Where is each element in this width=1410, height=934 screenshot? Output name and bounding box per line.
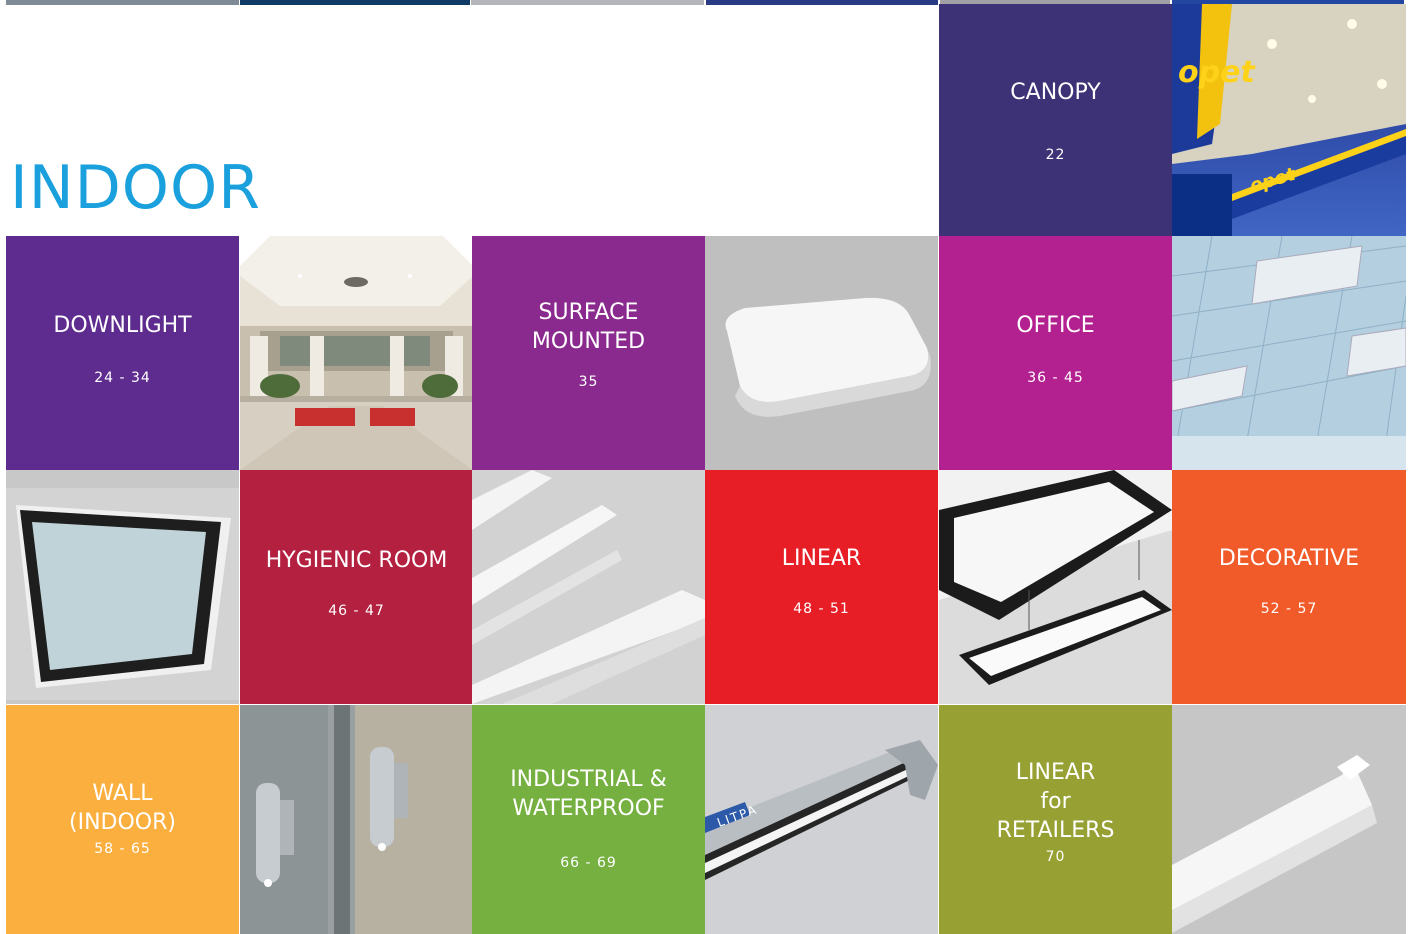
category-linear[interactable]: LINEAR 48 - 51 [705, 470, 938, 704]
category-name: LINEAR for RETAILERS [991, 758, 1121, 845]
top-stripe [6, 0, 239, 5]
category-canopy[interactable]: CANOPY 22 [939, 4, 1172, 236]
category-name-line: MOUNTED [531, 329, 646, 354]
wall-luminaire-photo [240, 705, 473, 934]
canopy-photo: opet opet [1172, 4, 1406, 236]
page-range: 58 - 65 [94, 840, 151, 857]
page-range: 48 - 51 [793, 600, 850, 617]
suspended-panel-photo [939, 470, 1172, 704]
category-decorative[interactable]: DECORATIVE 52 - 57 [1172, 470, 1406, 704]
category-surface-mounted[interactable]: SURFACE MOUNTED 35 [472, 236, 705, 470]
category-name: DOWNLIGHT [53, 312, 192, 338]
category-name: INDUSTRIAL & WATERPROOF [504, 765, 673, 823]
linear-recessed-photo [472, 470, 705, 704]
category-name: SURFACE MOUNTED [526, 298, 651, 356]
retail-luminaire-photo [1172, 705, 1406, 934]
category-wall-indoor[interactable]: WALL (INDOOR) 58 - 65 [6, 705, 239, 934]
square-luminaire-photo [705, 236, 938, 470]
page-range: 70 [1045, 849, 1066, 865]
category-name: HYGIENIC ROOM [265, 547, 448, 573]
station-brand-text: opet [1178, 55, 1256, 90]
mall-interior-photo [240, 236, 473, 470]
category-name-line: LINEAR [1015, 760, 1096, 785]
top-stripe [471, 0, 704, 5]
recessed-panel-photo [6, 470, 239, 704]
category-name-line: WALL [92, 780, 153, 806]
category-downlight[interactable]: DOWNLIGHT 24 - 34 [6, 236, 239, 470]
page-range: 66 - 69 [560, 854, 617, 871]
category-name-line: INDUSTRIAL & [510, 766, 667, 792]
industrial-luminaire-photo: LITPA [705, 705, 938, 934]
category-name: CANOPY [1010, 79, 1101, 105]
page-range: 35 [578, 374, 599, 390]
category-name-line: (INDOOR) [69, 809, 176, 835]
page-range: 36 - 45 [1027, 369, 1084, 386]
category-industrial-waterproof[interactable]: INDUSTRIAL & WATERPROOF 66 - 69 [472, 705, 705, 934]
category-name: LINEAR [781, 545, 862, 571]
office-ceiling-photo [1172, 236, 1406, 470]
category-name: WALL (INDOOR) [63, 779, 182, 837]
category-name: DECORATIVE [1218, 545, 1360, 571]
category-office[interactable]: OFFICE 36 - 45 [939, 236, 1172, 470]
category-name: OFFICE [1016, 312, 1095, 338]
category-name-line: for [1040, 789, 1071, 814]
category-name-line: WATERPROOF [512, 795, 665, 821]
page-range: 52 - 57 [1260, 600, 1318, 617]
top-stripe [706, 0, 938, 5]
category-name-line: RETAILERS [996, 818, 1115, 843]
page-range: 22 [1045, 146, 1066, 163]
category-name-line: SURFACE [538, 300, 639, 325]
page-range: 46 - 47 [328, 602, 385, 619]
category-linear-retailers[interactable]: LINEAR for RETAILERS 70 [939, 705, 1172, 934]
page-range: 24 - 34 [94, 369, 151, 386]
category-hygienic-room[interactable]: HYGIENIC ROOM 46 - 47 [240, 470, 473, 704]
top-stripe [240, 0, 470, 5]
section-title: INDOOR [10, 153, 261, 223]
